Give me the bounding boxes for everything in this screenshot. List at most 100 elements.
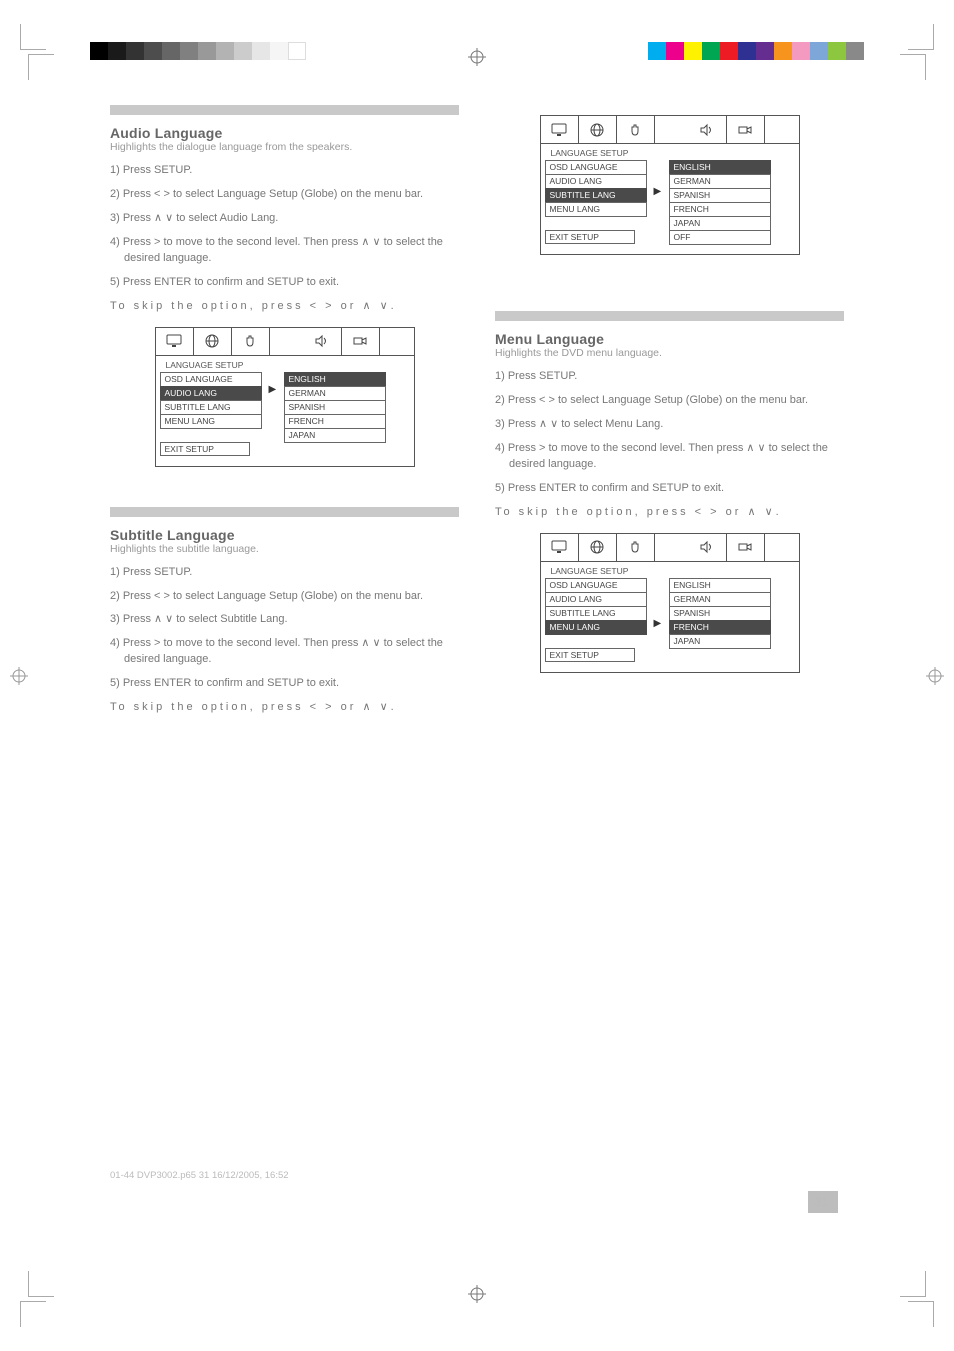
menu-heading: LANGUAGE SETUP: [545, 146, 647, 161]
page-content: Audio Language Highlights the dialogue l…: [110, 105, 844, 1231]
menu-item-selected: SUBTITLE LANG: [545, 188, 647, 203]
registration-mark-icon: [468, 1285, 486, 1303]
step-text: 1) Press SETUP.: [110, 565, 459, 581]
menu-item-selected: AUDIO LANG: [160, 386, 262, 401]
globe-icon: [579, 116, 617, 143]
monitor-icon: [541, 534, 579, 561]
note-text: To skip the option, press < > or ∧ ∨.: [110, 299, 459, 315]
page-number: 31: [815, 1195, 828, 1209]
right-arrow-icon: ▶: [654, 186, 662, 197]
video-icon: [342, 328, 380, 355]
speaker-icon: [304, 328, 342, 355]
grey-swatches: [90, 42, 306, 60]
lang-option: SPANISH: [669, 188, 771, 203]
section-title-subtitle: Subtitle Language: [110, 527, 459, 543]
step-text: 4) Press > to move to the second level. …: [495, 441, 844, 473]
menu-item: OSD LANGUAGE: [545, 160, 647, 175]
right-arrow-icon: ▶: [269, 384, 277, 395]
step-text: 1) Press SETUP.: [110, 163, 459, 179]
step-text: 1) Press SETUP.: [495, 369, 844, 385]
lang-option: JAPAN: [669, 216, 771, 231]
note-text: To skip the option, press < > or ∧ ∨.: [495, 505, 844, 521]
hand-icon: [617, 116, 655, 143]
speaker-icon: [689, 116, 727, 143]
step-text: 2) Press < > to select Language Setup (G…: [110, 589, 459, 605]
lang-option: GERMAN: [284, 386, 386, 401]
video-icon: [727, 116, 765, 143]
step-text: 3) Press ∧ ∨ to select Menu Lang.: [495, 417, 844, 433]
step-text: 4) Press > to move to the second level. …: [110, 235, 459, 267]
menu-item: OSD LANGUAGE: [545, 578, 647, 593]
bottom-print-marks: [0, 1273, 954, 1333]
hand-icon: [617, 534, 655, 561]
lang-option: FRENCH: [284, 414, 386, 429]
registration-mark-icon: [468, 48, 486, 66]
menu-heading: LANGUAGE SETUP: [545, 564, 647, 579]
monitor-icon: [541, 116, 579, 143]
globe-icon: [194, 328, 232, 355]
menu-item: MENU LANG: [160, 414, 262, 429]
lang-option: FRENCH: [669, 202, 771, 217]
crop-mark: [908, 1301, 934, 1327]
crop-mark: [20, 1301, 46, 1327]
step-text: 2) Press < > to select Language Setup (G…: [110, 187, 459, 203]
crop-mark: [900, 54, 926, 80]
step-text: 2) Press < > to select Language Setup (G…: [495, 393, 844, 409]
lang-option: GERMAN: [669, 174, 771, 189]
section-sub-audio: Highlights the dialogue language from th…: [110, 141, 459, 153]
menu-item-selected: MENU LANG: [545, 620, 647, 635]
top-print-marks: [0, 18, 954, 78]
section-divider: [110, 105, 459, 115]
lang-option: JAPAN: [284, 428, 386, 443]
menu-item: OSD LANGUAGE: [160, 372, 262, 387]
menu-item: MENU LANG: [545, 202, 647, 217]
exit-setup: EXIT SETUP: [160, 442, 250, 456]
lang-option: ENGLISH: [669, 578, 771, 593]
step-text: 3) Press ∧ ∨ to select Subtitle Lang.: [110, 612, 459, 628]
osd-menu-subtitle: LANGUAGE SETUP OSD LANGUAGE AUDIO LANG S…: [540, 115, 800, 255]
section-sub-menu: Highlights the DVD menu language.: [495, 347, 844, 359]
lang-option-selected: ENGLISH: [669, 160, 771, 175]
section-divider: [495, 311, 844, 321]
menu-item: SUBTITLE LANG: [545, 606, 647, 621]
section-sub-subtitle: Highlights the subtitle language.: [110, 543, 459, 555]
lang-option: SPANISH: [669, 606, 771, 621]
step-text: 3) Press ∧ ∨ to select Audio Lang.: [110, 211, 459, 227]
color-swatches: [648, 42, 864, 60]
crop-mark: [28, 1271, 54, 1297]
section-title-menu: Menu Language: [495, 331, 844, 347]
registration-mark-icon: [10, 667, 28, 685]
step-text: 5) Press ENTER to confirm and SETUP to e…: [495, 481, 844, 497]
step-text: 5) Press ENTER to confirm and SETUP to e…: [110, 275, 459, 291]
section-title-audio: Audio Language: [110, 125, 459, 141]
lang-option: SPANISH: [284, 400, 386, 415]
menu-item: AUDIO LANG: [545, 592, 647, 607]
step-text: 4) Press > to move to the second level. …: [110, 636, 459, 668]
exit-setup: EXIT SETUP: [545, 648, 635, 662]
osd-menu-audio: LANGUAGE SETUP OSD LANGUAGE AUDIO LANG S…: [155, 327, 415, 467]
crop-mark: [20, 24, 46, 50]
crop-mark: [900, 1271, 926, 1297]
exit-setup: EXIT SETUP: [545, 230, 635, 244]
menu-item: SUBTITLE LANG: [160, 400, 262, 415]
menu-heading: LANGUAGE SETUP: [160, 358, 262, 373]
right-arrow-icon: ▶: [654, 618, 662, 629]
lang-option: GERMAN: [669, 592, 771, 607]
lang-option: JAPAN: [669, 634, 771, 649]
section-divider: [110, 507, 459, 517]
note-text: To skip the option, press < > or ∧ ∨.: [110, 700, 459, 716]
lang-option-selected: ENGLISH: [284, 372, 386, 387]
speaker-icon: [689, 534, 727, 561]
lang-option-selected: FRENCH: [669, 620, 771, 635]
left-column: Audio Language Highlights the dialogue l…: [110, 105, 459, 724]
menu-item: AUDIO LANG: [545, 174, 647, 189]
footer-text: 01-44 DVP3002.p65 31 16/12/2005, 16:52: [110, 1170, 289, 1181]
osd-menu-menulang: LANGUAGE SETUP OSD LANGUAGE AUDIO LANG S…: [540, 533, 800, 673]
right-column: LANGUAGE SETUP OSD LANGUAGE AUDIO LANG S…: [495, 105, 844, 724]
monitor-icon: [156, 328, 194, 355]
hand-icon: [232, 328, 270, 355]
crop-mark: [908, 24, 934, 50]
crop-mark: [28, 54, 54, 80]
lang-option: OFF: [669, 230, 771, 245]
globe-icon: [579, 534, 617, 561]
